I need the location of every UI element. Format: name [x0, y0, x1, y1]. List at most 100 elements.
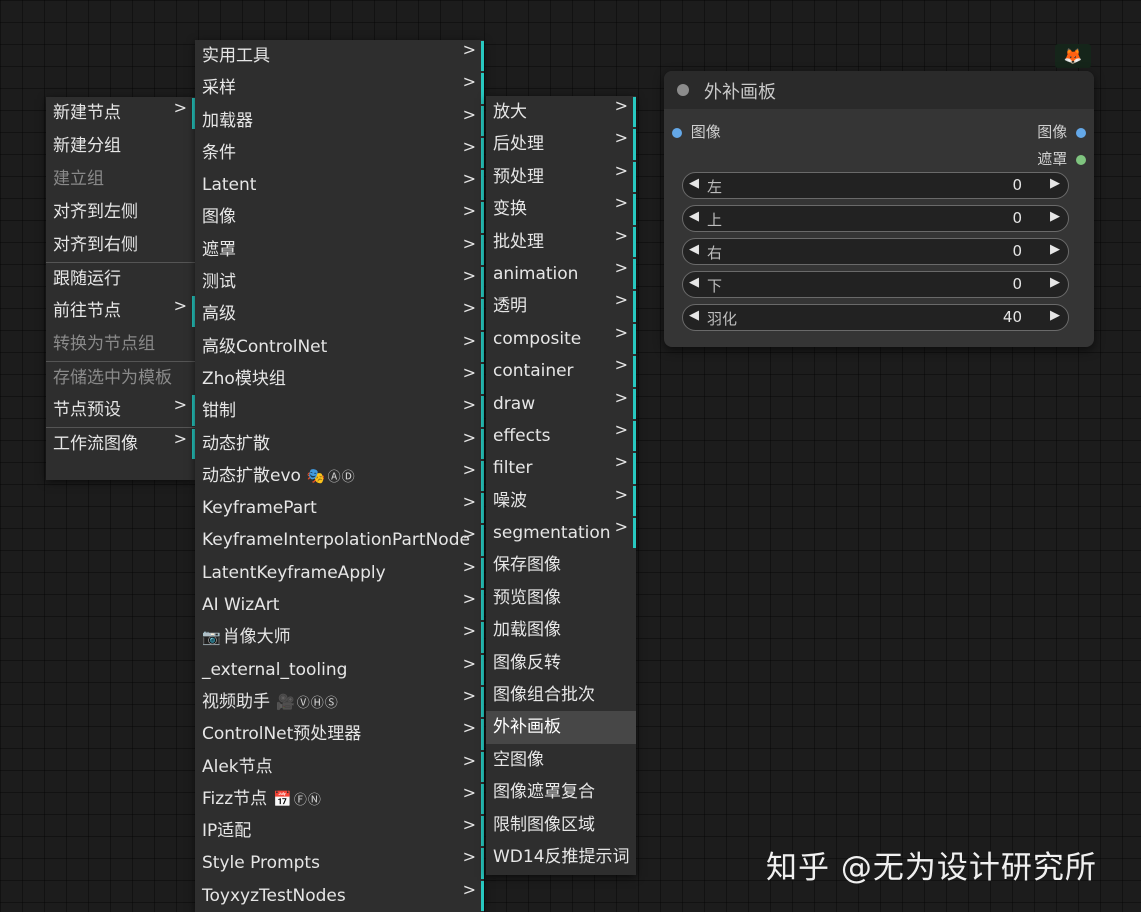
increment-arrow-icon[interactable]: ▶ — [1050, 242, 1060, 257]
chevron-right-icon: > — [462, 782, 476, 802]
category-menu-item-10[interactable]: Zho模块组 > — [195, 363, 484, 395]
image-menu-item-21[interactable]: 图像遮罩复合 — [486, 776, 636, 808]
menu-item-label: 预处理 — [493, 166, 544, 187]
image-menu-item-1[interactable]: 后处理 > — [486, 128, 636, 160]
category-menu-item-9[interactable]: 高级ControlNet > — [195, 331, 484, 363]
decrement-arrow-icon[interactable]: ◀ — [689, 275, 699, 290]
menu-item-label: 采样 — [202, 78, 236, 99]
increment-arrow-icon[interactable]: ▶ — [1050, 308, 1060, 323]
context-menu-item-0[interactable]: 新建节点 > — [46, 97, 195, 130]
category-menu-item-15[interactable]: KeyframeInterpolationPartNode > — [195, 524, 484, 556]
widget-value[interactable]: 0 — [1012, 209, 1022, 227]
image-menu-item-7[interactable]: composite > — [486, 323, 636, 355]
image-menu-item-17[interactable]: 图像反转 — [486, 647, 636, 679]
category-menu-item-0[interactable]: 实用工具 > — [195, 40, 484, 72]
context-menu-item-1[interactable]: 新建分组 — [46, 130, 195, 163]
category-menu-item-18[interactable]: 📷 肖像大师 > — [195, 621, 484, 653]
output-image-pin[interactable] — [1076, 127, 1086, 138]
category-menu-item-25[interactable]: Style Prompts > — [195, 847, 484, 879]
category-menu-item-17[interactable]: AI WizArt > — [195, 589, 484, 621]
submenu-indicator-bar — [481, 299, 484, 330]
context-menu-item-3[interactable]: 对齐到左侧 — [46, 196, 195, 229]
image-menu-item-19[interactable]: 外补画板 — [486, 711, 636, 744]
image-menu-item-22[interactable]: 限制图像区域 — [486, 809, 636, 841]
number-widget-3[interactable]: ◀ 下 0 ▶ — [682, 271, 1069, 298]
category-menu-item-11[interactable]: 钳制 > — [195, 395, 484, 427]
category-menu-item-1[interactable]: 采样 > — [195, 72, 484, 104]
chevron-right-icon: > — [173, 98, 187, 117]
category-menu-item-13[interactable]: 动态扩散evo 🎭 ⒶⒹ > — [195, 460, 484, 492]
chevron-right-icon: > — [462, 589, 476, 609]
input-slot-image[interactable]: 图像 — [672, 121, 721, 142]
node-header[interactable]: 外补画板 — [664, 71, 1094, 109]
chevron-right-icon: > — [462, 330, 476, 350]
decrement-arrow-icon[interactable]: ◀ — [689, 308, 699, 323]
context-menu-item-6[interactable]: 前往节点 > — [46, 295, 195, 328]
fox-badge-icon[interactable]: 🦊 — [1055, 44, 1091, 68]
category-menu-item-3[interactable]: 条件 > — [195, 137, 484, 169]
category-menu-item-12[interactable]: 动态扩散 > — [195, 428, 484, 460]
number-widget-1[interactable]: ◀ 上 0 ▶ — [682, 205, 1069, 232]
category-menu-item-14[interactable]: KeyframePart > — [195, 492, 484, 524]
category-menu-item-20[interactable]: 视频助手 🎥 ⓋⒽⓈ > — [195, 686, 484, 718]
category-menu-item-2[interactable]: 加载器 > — [195, 105, 484, 137]
widget-value[interactable]: 0 — [1012, 176, 1022, 194]
submenu-indicator-bar — [481, 396, 484, 427]
category-menu-item-6[interactable]: 遮罩 > — [195, 234, 484, 266]
submenu-indicator-bar — [481, 363, 484, 395]
widget-value[interactable]: 0 — [1012, 242, 1022, 260]
image-menu-item-13[interactable]: segmentation > — [486, 517, 636, 549]
output-slot-image[interactable]: 图像 — [1037, 121, 1086, 142]
increment-arrow-icon[interactable]: ▶ — [1050, 176, 1060, 191]
category-menu-item-21[interactable]: ControlNet预处理器 > — [195, 718, 484, 750]
output-mask-pin[interactable] — [1076, 154, 1086, 165]
category-menu-item-23[interactable]: Fizz节点 📅 ⒻⓃ > — [195, 783, 484, 815]
widget-value[interactable]: 40 — [1003, 308, 1022, 326]
image-menu-item-2[interactable]: 预处理 > — [486, 161, 636, 193]
increment-arrow-icon[interactable]: ▶ — [1050, 209, 1060, 224]
decrement-arrow-icon[interactable]: ◀ — [689, 242, 699, 257]
submenu-indicator-bar — [481, 460, 484, 492]
node-collapse-dot[interactable] — [677, 84, 689, 96]
increment-arrow-icon[interactable]: ▶ — [1050, 275, 1060, 290]
category-menu-item-7[interactable]: 测试 > — [195, 266, 484, 298]
image-menu-item-5[interactable]: animation > — [486, 258, 636, 290]
context-menu-item-10[interactable]: 工作流图像 > — [46, 427, 195, 460]
image-menu-item-9[interactable]: draw > — [486, 388, 636, 420]
chevron-right-icon: > — [614, 160, 628, 180]
image-menu-item-23[interactable]: WD14反推提示词 — [486, 841, 636, 873]
number-widget-0[interactable]: ◀ 左 0 ▶ — [682, 172, 1069, 199]
image-menu-item-12[interactable]: 噪波 > — [486, 485, 636, 517]
input-image-pin[interactable] — [672, 127, 682, 138]
image-menu-item-8[interactable]: container > — [486, 355, 636, 387]
output-slot-mask[interactable]: 遮罩 — [1037, 148, 1086, 169]
menu-item-label: 对齐到左侧 — [53, 202, 138, 222]
image-menu-item-14[interactable]: 保存图像 — [486, 549, 636, 581]
image-menu-item-18[interactable]: 图像组合批次 — [486, 679, 636, 711]
category-menu-item-24[interactable]: IP适配 > — [195, 815, 484, 847]
image-menu-item-4[interactable]: 批处理 > — [486, 226, 636, 258]
image-menu-item-15[interactable]: 预览图像 — [486, 582, 636, 614]
image-menu-item-3[interactable]: 变换 > — [486, 193, 636, 225]
image-menu-item-10[interactable]: effects > — [486, 420, 636, 452]
image-menu-item-0[interactable]: 放大 > — [486, 96, 636, 128]
decrement-arrow-icon[interactable]: ◀ — [689, 176, 699, 191]
decrement-arrow-icon[interactable]: ◀ — [689, 209, 699, 224]
category-menu-item-26[interactable]: ToyxyzTestNodes > — [195, 880, 484, 912]
category-menu-item-4[interactable]: Latent > — [195, 169, 484, 201]
category-menu-item-8[interactable]: 高级 > — [195, 298, 484, 330]
image-menu-item-20[interactable]: 空图像 — [486, 744, 636, 776]
menu-item-label: 放大 — [493, 102, 527, 122]
number-widget-4[interactable]: ◀ 羽化 40 ▶ — [682, 304, 1069, 331]
category-menu-item-22[interactable]: Alek节点 > — [195, 751, 484, 783]
image-menu-item-11[interactable]: filter > — [486, 452, 636, 484]
number-widget-2[interactable]: ◀ 右 0 ▶ — [682, 238, 1069, 265]
widget-value[interactable]: 0 — [1012, 275, 1022, 293]
category-menu-item-16[interactable]: LatentKeyframeApply > — [195, 557, 484, 589]
image-menu-item-6[interactable]: 透明 > — [486, 290, 636, 322]
category-menu-item-19[interactable]: _external_tooling > — [195, 654, 484, 686]
category-menu-item-5[interactable]: 图像 > — [195, 201, 484, 233]
context-menu-item-4[interactable]: 对齐到右侧 — [46, 229, 195, 262]
image-pad-node[interactable]: 外补画板 图像 图像 遮罩 ◀ 左 0 ▶ ◀ 上 0 ▶ ◀ 右 0 ▶ ◀ 下 0 ▶ ◀ 羽化 40 ▶ — [664, 71, 1094, 347]
image-menu-item-16[interactable]: 加载图像 — [486, 614, 636, 646]
